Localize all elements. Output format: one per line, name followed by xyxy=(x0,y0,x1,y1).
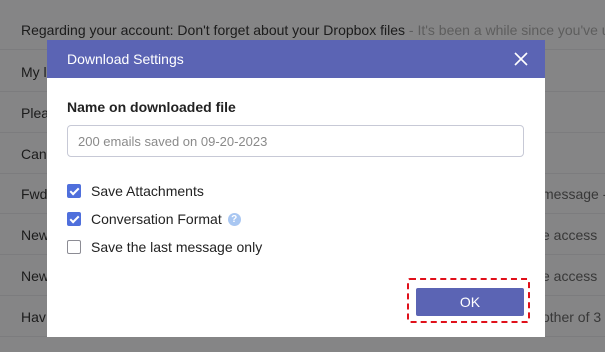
dialog-header: Download Settings xyxy=(47,40,545,78)
close-button[interactable] xyxy=(513,51,529,67)
help-icon[interactable]: ? xyxy=(227,212,241,226)
name-field-label: Name on downloaded file xyxy=(67,99,236,115)
option-label: Save the last message only xyxy=(91,239,263,255)
option-conversation-format[interactable]: Conversation Format ? xyxy=(67,211,241,227)
file-name-input[interactable] xyxy=(67,125,524,157)
conversation-format-checkbox[interactable] xyxy=(67,212,81,226)
close-icon xyxy=(514,52,528,66)
option-label: Conversation Format xyxy=(91,211,222,227)
option-save-last-message[interactable]: Save the last message only xyxy=(67,239,262,255)
save-attachments-checkbox[interactable] xyxy=(67,184,81,198)
ok-button[interactable]: OK xyxy=(416,288,524,316)
save-last-message-checkbox[interactable] xyxy=(67,240,81,254)
option-label: Save Attachments xyxy=(91,183,204,199)
download-settings-dialog: Download Settings Name on downloaded fil… xyxy=(47,40,545,337)
dialog-title: Download Settings xyxy=(67,51,184,67)
option-save-attachments[interactable]: Save Attachments xyxy=(67,183,204,199)
